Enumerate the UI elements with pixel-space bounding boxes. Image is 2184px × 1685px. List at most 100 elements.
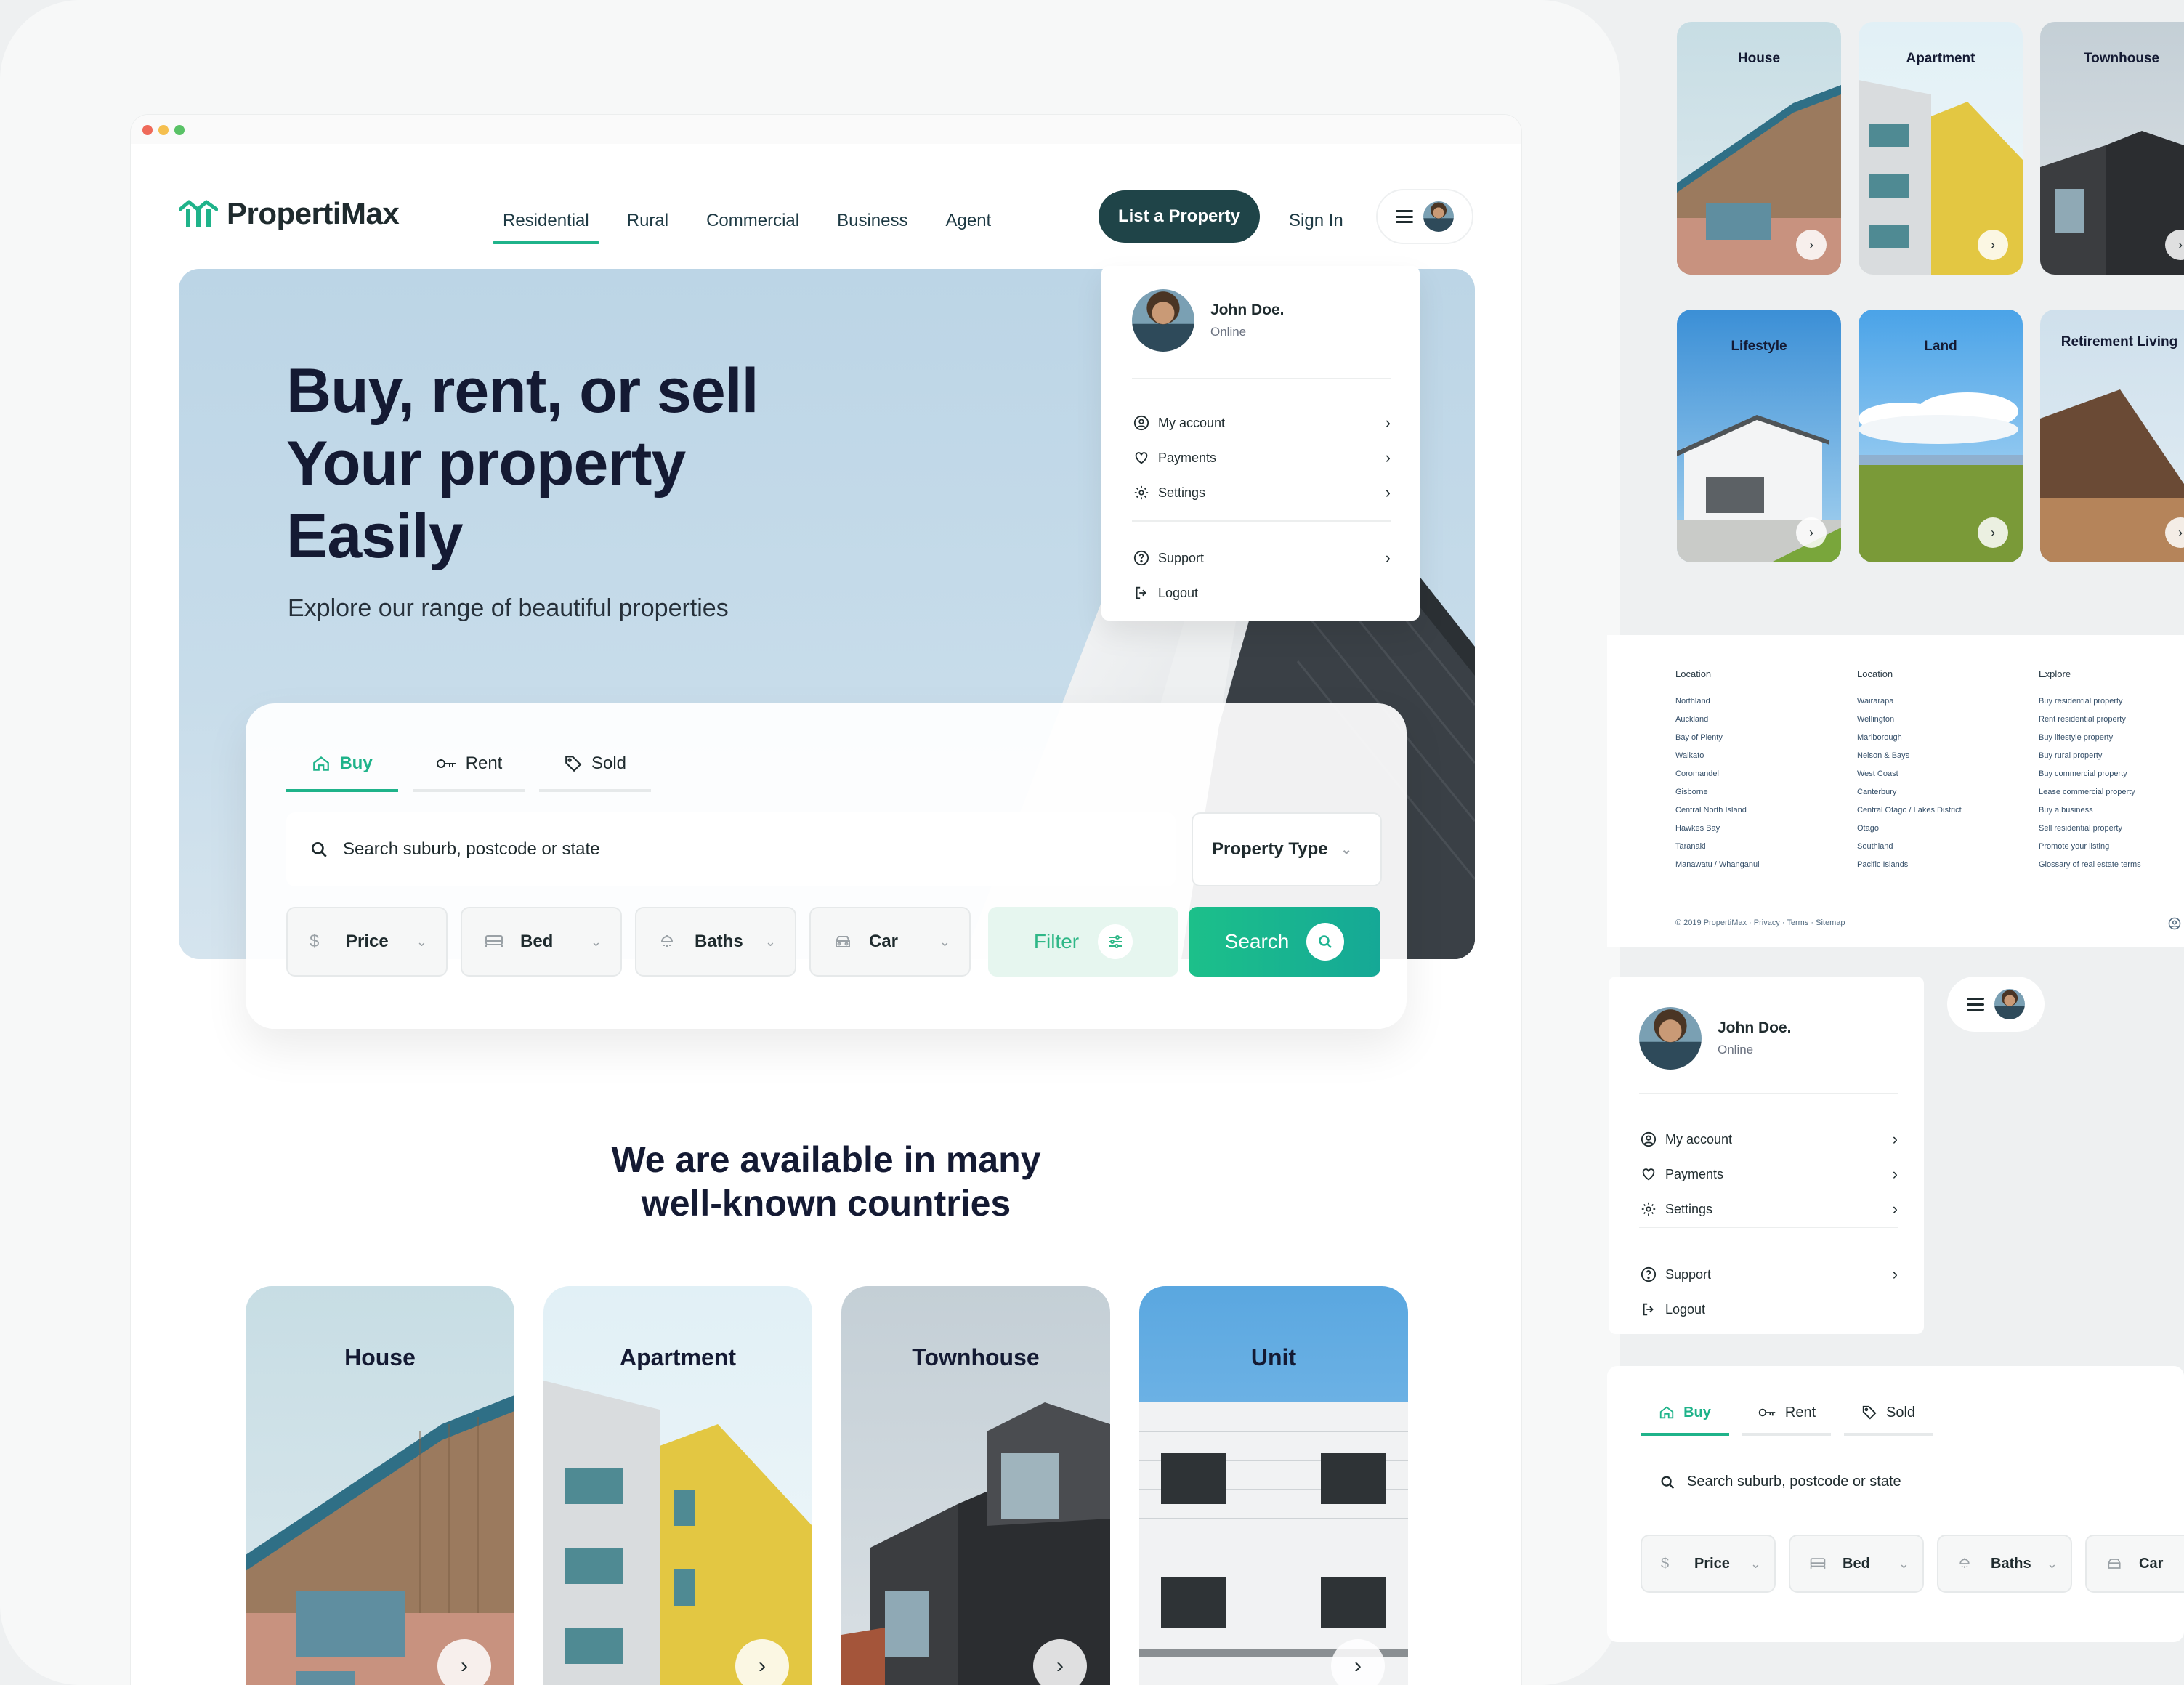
footer-link[interactable]: Hawkes Bay — [1675, 820, 1760, 838]
footer-link[interactable]: Sell residential property — [2039, 820, 2141, 838]
menu-support[interactable]: Support › — [1132, 544, 1391, 573]
mini-card-house[interactable]: House › — [1677, 22, 1841, 275]
filter-label: Bed — [520, 932, 554, 951]
mini-card-lifestyle[interactable]: Lifestyle › — [1677, 310, 1841, 562]
footer-link[interactable]: Canterbury — [1857, 783, 1962, 801]
footer-link[interactable]: Pacific Islands — [1857, 856, 1962, 874]
shower-icon — [1957, 1556, 1978, 1571]
chevron-right-icon: › — [1385, 549, 1391, 567]
property-type-select[interactable]: Property Type ⌄ — [1192, 812, 1382, 886]
dropdown-avatar — [1639, 1007, 1702, 1070]
category-card-apartment[interactable]: Apartment › — [543, 1286, 812, 1685]
menu-logout[interactable]: Logout — [1639, 1295, 1898, 1324]
category-card-unit[interactable]: Unit › — [1139, 1286, 1408, 1685]
heart-icon — [1639, 1165, 1658, 1184]
tab-sold[interactable]: Sold — [1844, 1392, 1933, 1436]
footer-link[interactable]: Taranaki — [1675, 838, 1760, 856]
category-label: House — [344, 1344, 416, 1370]
chevron-down-icon: ⌄ — [590, 934, 602, 949]
footer-link[interactable]: Waikato — [1675, 747, 1760, 765]
user-menu-toggle-component[interactable] — [1947, 977, 2045, 1032]
menu-label: Payments — [1665, 1166, 1724, 1181]
footer-link[interactable]: Lease commercial property — [2039, 783, 2141, 801]
car-select[interactable]: Car ⌄ — [809, 907, 971, 977]
search-input[interactable]: Search suburb, postcode or state — [286, 812, 1176, 886]
footer-link[interactable]: Buy lifestyle property — [2039, 729, 2141, 747]
footer-link[interactable]: West Coast — [1857, 765, 1962, 783]
price-select[interactable]: $ Price ⌄ — [286, 907, 448, 977]
nav-commercial[interactable]: Commercial — [687, 201, 818, 241]
category-label: Apartment — [619, 1344, 736, 1370]
menu-settings[interactable]: Settings › — [1639, 1195, 1898, 1224]
menu-label: Payments — [1158, 450, 1217, 465]
baths-select[interactable]: Baths ⌄ — [1937, 1535, 2072, 1593]
car-select[interactable]: Car — [2085, 1535, 2184, 1593]
footer-link[interactable]: Wairarapa — [1857, 692, 1962, 711]
nav-agent[interactable]: Agent — [927, 201, 1011, 241]
tab-buy[interactable]: Buy — [286, 738, 398, 792]
footer-link[interactable]: Otago — [1857, 820, 1962, 838]
bed-select[interactable]: Bed ⌄ — [1789, 1535, 1924, 1593]
tab-sold[interactable]: Sold — [539, 738, 651, 792]
search-button[interactable]: Search — [1189, 907, 1380, 977]
footer-link[interactable]: Gisborne — [1675, 783, 1760, 801]
minimize-dot[interactable] — [158, 125, 169, 135]
price-select[interactable]: $ Price ⌄ — [1641, 1535, 1776, 1593]
sign-in-link[interactable]: Sign In — [1289, 201, 1343, 241]
menu-logout[interactable]: Logout — [1132, 578, 1391, 607]
tab-buy[interactable]: Buy — [1641, 1392, 1729, 1436]
chevron-right-icon[interactable]: › — [1796, 230, 1827, 260]
user-menu-toggle[interactable] — [1376, 189, 1473, 244]
footer-link[interactable]: Rent residential property — [2039, 711, 2141, 729]
chevron-right-icon[interactable]: › — [1796, 517, 1827, 548]
chevron-right-icon[interactable]: › — [1978, 517, 2008, 548]
list-property-button[interactable]: List a Property — [1099, 190, 1260, 243]
user-circle-icon[interactable] — [2168, 917, 2181, 930]
footer-link[interactable]: Bay of Plenty — [1675, 729, 1760, 747]
footer-link[interactable]: Glossary of real estate terms — [2039, 856, 2141, 874]
tab-rent[interactable]: Rent — [1742, 1392, 1831, 1436]
menu-settings[interactable]: Settings › — [1132, 478, 1391, 507]
nav-rural[interactable]: Rural — [608, 201, 687, 241]
footer-link[interactable]: Buy a business — [2039, 801, 2141, 820]
bed-select[interactable]: Bed ⌄ — [461, 907, 622, 977]
tab-rent[interactable]: Rent — [413, 738, 525, 792]
mini-card-retirement[interactable]: Retirement Living › — [2040, 310, 2184, 562]
filter-button[interactable]: Filter — [988, 907, 1178, 977]
footer-link[interactable]: Promote your listing — [2039, 838, 2141, 856]
menu-payments[interactable]: Payments › — [1639, 1160, 1898, 1189]
mini-card-apartment[interactable]: Apartment › — [1859, 22, 2023, 275]
footer-link[interactable]: Buy rural property — [2039, 747, 2141, 765]
close-dot[interactable] — [142, 125, 153, 135]
category-card-house[interactable]: House › — [246, 1286, 514, 1685]
menu-my-account[interactable]: My account › — [1132, 408, 1391, 437]
footer-link[interactable]: Marlborough — [1857, 729, 1962, 747]
search-input[interactable]: Search suburb, postcode or state — [1659, 1474, 1901, 1490]
footer-link[interactable]: Central Otago / Lakes District — [1857, 801, 1962, 820]
footer-link[interactable]: Coromandel — [1675, 765, 1760, 783]
footer-link[interactable]: Wellington — [1857, 711, 1962, 729]
category-card-townhouse[interactable]: Townhouse › — [841, 1286, 1110, 1685]
nav-business[interactable]: Business — [818, 201, 926, 241]
footer-link[interactable]: Manawatu / Whanganui — [1675, 856, 1760, 874]
mini-card-land[interactable]: Land › — [1859, 310, 2023, 562]
footer-link[interactable]: Auckland — [1675, 711, 1760, 729]
menu-payments[interactable]: Payments › — [1132, 443, 1391, 472]
footer-link[interactable]: Northland — [1675, 692, 1760, 711]
footer-link[interactable]: Buy residential property — [2039, 692, 2141, 711]
maximize-dot[interactable] — [174, 125, 185, 135]
category-label: Retirement Living — [2060, 334, 2178, 349]
menu-my-account[interactable]: My account › — [1639, 1125, 1898, 1154]
footer-link[interactable]: Southland — [1857, 838, 1962, 856]
brand-logo[interactable]: PropertiMax — [179, 196, 400, 231]
car-icon — [2106, 1556, 2126, 1571]
footer-link[interactable]: Nelson & Bays — [1857, 747, 1962, 765]
footer-link[interactable]: Buy commercial property — [2039, 765, 2141, 783]
chevron-right-icon[interactable]: › — [1978, 230, 2008, 260]
baths-select[interactable]: Baths ⌄ — [635, 907, 796, 977]
nav-residential[interactable]: Residential — [484, 201, 608, 244]
footer-link[interactable]: Central North Island — [1675, 801, 1760, 820]
mini-card-townhouse[interactable]: Townhouse › — [2040, 22, 2184, 275]
chevron-right-icon: › — [1892, 1165, 1898, 1183]
menu-support[interactable]: Support › — [1639, 1260, 1898, 1289]
